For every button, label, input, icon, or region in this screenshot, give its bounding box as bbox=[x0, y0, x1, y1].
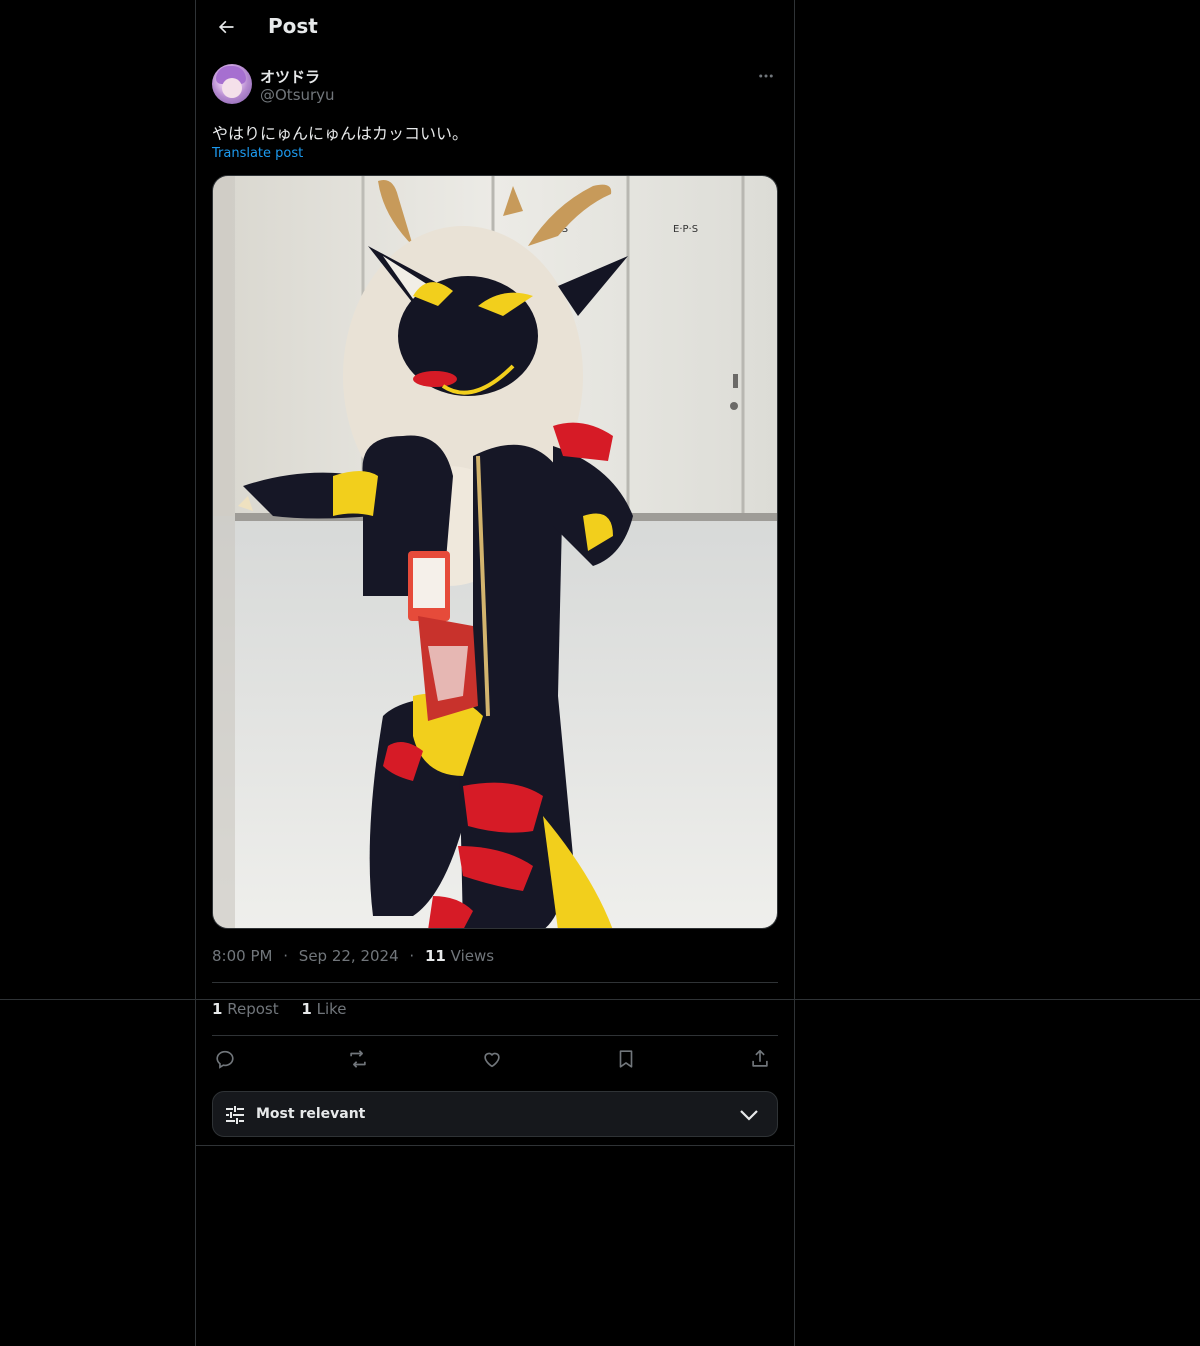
page-header: Post bbox=[196, 0, 794, 54]
author-handle[interactable]: @Otsuryu bbox=[260, 86, 335, 104]
likes-label: Like bbox=[316, 1000, 347, 1018]
arrow-left-icon bbox=[218, 20, 234, 34]
chevron-down-icon bbox=[740, 1110, 758, 1121]
author-display-name[interactable]: オツドラ bbox=[260, 66, 320, 87]
likes-count: 1 bbox=[301, 1000, 312, 1018]
more-options-button[interactable] bbox=[754, 64, 778, 88]
sliders-icon bbox=[226, 1106, 244, 1124]
more-horizontal-icon bbox=[759, 74, 773, 78]
reposts-count: 1 bbox=[212, 1000, 223, 1018]
page-title: Post bbox=[268, 14, 318, 38]
bookmark-icon bbox=[619, 1050, 633, 1068]
meta-separator: · bbox=[409, 947, 415, 965]
post-date[interactable]: Sep 22, 2024 bbox=[299, 947, 399, 965]
views-count: 11 bbox=[424, 947, 446, 965]
bookmark-button[interactable] bbox=[613, 1046, 639, 1072]
primary-column: Post オツドラ @Otsuryu やはりにゅんにゅんはカッコいい。 Tran… bbox=[195, 0, 795, 1346]
reply-icon bbox=[216, 1050, 234, 1069]
engagement-stats: 1 Repost 1 Like bbox=[212, 1000, 365, 1018]
post-meta: 8:00 PM · Sep 22, 2024 · 11 Views bbox=[212, 947, 494, 965]
back-button[interactable] bbox=[208, 9, 244, 45]
post-image[interactable]: E·P·S E·P·S bbox=[212, 175, 778, 929]
post-time[interactable]: 8:00 PM bbox=[212, 947, 272, 965]
meta-separator: · bbox=[283, 947, 289, 965]
post-text: やはりにゅんにゅんはカッコいい。 bbox=[212, 124, 469, 143]
sort-replies-dropdown[interactable]: Most relevant bbox=[212, 1091, 778, 1137]
repost-icon bbox=[350, 1050, 366, 1068]
translate-post-link[interactable]: Translate post bbox=[212, 146, 303, 161]
reposts-stat[interactable]: 1 Repost bbox=[212, 1000, 283, 1018]
divider bbox=[212, 982, 778, 983]
like-button[interactable] bbox=[479, 1046, 505, 1072]
share-icon bbox=[752, 1049, 768, 1067]
heart-icon bbox=[484, 1052, 500, 1068]
thread-bottom-divider bbox=[196, 1145, 794, 1146]
views-label: Views bbox=[450, 947, 495, 965]
divider bbox=[212, 1035, 778, 1036]
wall-sign-right: E·P·S bbox=[673, 224, 698, 235]
reply-button[interactable] bbox=[212, 1046, 238, 1072]
reposts-label: Repost bbox=[227, 1000, 279, 1018]
action-bar bbox=[212, 1046, 778, 1072]
post-author: オツドラ @Otsuryu bbox=[212, 64, 778, 108]
likes-stat[interactable]: 1 Like bbox=[301, 1000, 346, 1018]
repost-button[interactable] bbox=[345, 1046, 371, 1072]
avatar[interactable] bbox=[212, 64, 252, 104]
costume-photo: E·P·S E·P·S bbox=[213, 176, 777, 928]
sort-label: Most relevant bbox=[256, 1106, 366, 1122]
share-button[interactable] bbox=[747, 1046, 773, 1072]
